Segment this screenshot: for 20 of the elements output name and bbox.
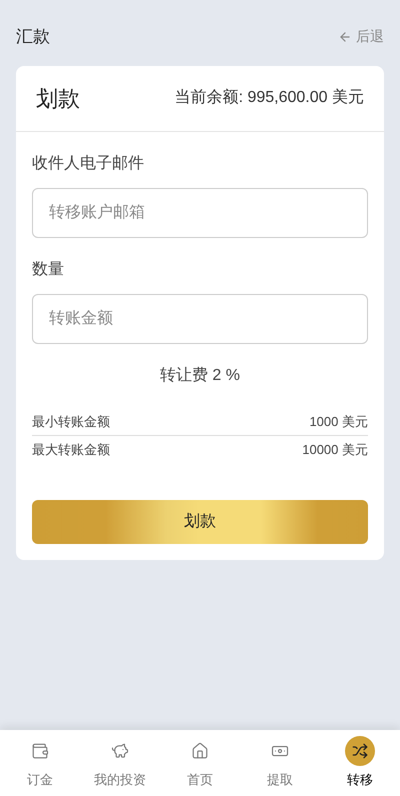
fee-text: 转让费 2 % [158,366,241,386]
shuffle-icon [345,736,375,766]
balance-text: 当前余额: 995,600.00 美元 [174,88,364,108]
limit-label: 最大转账金额 [32,441,110,459]
limit-value: 1000 美元 [309,412,368,430]
nav-tab[interactable]: 提取 [240,730,320,796]
input-field[interactable]: 转移账户邮箱 [32,188,368,238]
nav-tab[interactable]: 首页 [160,730,240,796]
limit-value: 10000 美元 [302,441,368,459]
nav-tab[interactable]: 转移 [320,730,400,796]
limit-label: 最小转账金额 [32,412,110,430]
field-label: 收件人电子邮件 [32,154,145,174]
field-label: 数量 [32,260,65,280]
back-button[interactable]: 后退 [338,26,384,48]
input-field[interactable]: 转账金额 [32,294,368,344]
card-title: 划款 [36,84,80,112]
submit-button[interactable]: 划款 [32,500,368,544]
page-title: 汇款 [16,26,50,48]
nav-tab[interactable]: 订金 [0,730,80,796]
nav-tab[interactable]: 我的投资 [80,730,160,796]
